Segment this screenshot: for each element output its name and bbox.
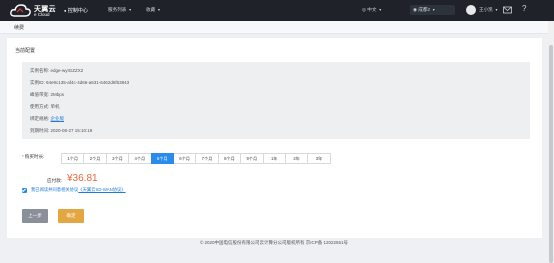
chevron-down-icon: ▼ — [157, 7, 161, 12]
brand-logo[interactable]: 天翼云 e Cloud — [10, 2, 62, 19]
console-title[interactable]: ● 控制中心 — [64, 7, 88, 14]
duration-label-text: 购买时长: — [24, 154, 45, 159]
scrollbar-thumb[interactable] — [549, 45, 553, 263]
info-row-expiry: 到期时间: 2020-08-27 15:10:19 — [30, 128, 93, 133]
agreement-checkbox[interactable] — [22, 187, 27, 193]
chevron-down-icon: ▼ — [494, 7, 499, 12]
duration-option[interactable]: 1个月 — [61, 153, 85, 164]
cloud-logo-icon — [10, 4, 31, 17]
duration-label: *购买时长: — [22, 154, 44, 160]
location-icon: ◉ — [413, 7, 418, 12]
info-row-usage-mode: 使用方式: 单机 — [30, 104, 60, 109]
duration-options: 1个月 2个月 3个月 4个月 5个月 6个月 7个月 8个月 9个月 1年 2年 3年 — [61, 153, 331, 164]
duration-option[interactable]: 5个月 — [150, 153, 174, 164]
duration-option[interactable]: 8个月 — [217, 153, 242, 164]
duration-option[interactable]: 7个月 — [195, 153, 219, 164]
chevron-down-icon: ▼ — [432, 7, 436, 12]
nav-favorites-label: 收藏 — [146, 7, 156, 12]
console-label: 控制中心 — [67, 8, 88, 14]
required-mark: * — [22, 154, 24, 159]
dot-icon: ● — [64, 8, 67, 13]
config-info-box: 实例名称: edge-wyIGZZX2 实例ID: 94e9c135-af4c-… — [22, 62, 530, 139]
info-value: edge-wyIGZZX2 — [50, 68, 84, 73]
duration-option[interactable]: 1年 — [262, 153, 286, 164]
duration-option[interactable]: 3年 — [307, 153, 331, 164]
top-navigation-bar: 天翼云 e Cloud ● 控制中心 服务列表 ▼ 收藏 ▼ ◎ 中文 ▼ ◉ 成都2… — [0, 0, 554, 21]
duration-option[interactable]: 2个月 — [83, 153, 107, 164]
region-selector[interactable]: ◉ 成都2 ▼ — [410, 5, 455, 15]
section-title: 当前配置 — [15, 48, 36, 54]
chevron-down-icon: ▼ — [378, 7, 382, 12]
user-name: 王小凯 — [479, 7, 493, 12]
page-title: 续费 — [14, 25, 25, 31]
price-value: ¥36.81 — [67, 173, 98, 184]
avatar[interactable] — [466, 5, 476, 15]
duration-option[interactable]: 4个月 — [128, 153, 152, 164]
info-value: 2Mbps — [50, 92, 65, 97]
chevron-down-icon: ▼ — [128, 7, 132, 12]
agreement-link[interactable]: 《天翼云SD-WAN协议》 — [78, 187, 125, 193]
prev-button[interactable]: 上一步 — [22, 209, 48, 223]
info-value: 单机 — [50, 104, 60, 109]
info-label: 使用方式 — [30, 104, 48, 109]
info-row-bandwidth: 峰值带宽: 2Mbps — [30, 92, 65, 97]
info-value: 2020-08-27 15:10:19 — [50, 128, 93, 133]
renew-panel: 当前配置 实例名称: edge-wyIGZZX2 实例ID: 94e9c135-… — [7, 38, 542, 238]
brand-name-en: e Cloud — [34, 12, 50, 17]
region-label: 成都2 — [418, 7, 431, 12]
agreement-text: 我已阅读并同意相关协议 — [31, 187, 79, 192]
page-header: 续费 — [0, 21, 548, 34]
spec-link[interactable]: 企业版 — [51, 116, 65, 121]
nav-favorites[interactable]: 收藏 ▼ — [146, 7, 161, 13]
mail-icon[interactable] — [503, 6, 512, 14]
info-label: 实例ID — [30, 80, 44, 85]
help-icon[interactable]: ? — [522, 4, 526, 13]
duration-option[interactable]: 2年 — [284, 153, 309, 164]
info-label: 到期时间 — [30, 128, 48, 133]
duration-option[interactable]: 9个月 — [240, 153, 264, 164]
duration-option[interactable]: 6个月 — [172, 153, 197, 164]
globe-icon: ◎ — [362, 7, 367, 12]
info-label: 实例名称 — [30, 68, 48, 73]
nav-service-list-label: 服务列表 — [108, 7, 127, 12]
info-row-instance-name: 实例名称: edge-wyIGZZX2 — [30, 68, 84, 73]
info-row-instance-id: 实例ID: 94e9c135-af4c-4d66-a631-6462d6f638… — [30, 80, 130, 85]
user-menu[interactable]: 王小凯 ▼ — [479, 7, 498, 13]
language-selector[interactable]: ◎ 中文 ▼ — [362, 7, 382, 13]
language-label: 中文 — [367, 7, 377, 12]
confirm-button[interactable]: 确定 — [58, 209, 84, 223]
info-value: 94e9c135-af4c-4d66-a631-6462d6f63843 — [46, 80, 130, 85]
info-label: 绑定规格 — [30, 116, 48, 121]
info-row-spec: 绑定规格: 企业版 — [30, 116, 65, 121]
info-label: 峰值带宽 — [30, 92, 48, 97]
footer-copyright: © 2020中国电信股份有限公司云计算分公司版权所有 京ICP备 1202255… — [199, 240, 349, 245]
duration-option[interactable]: 3个月 — [105, 153, 130, 164]
vertical-scrollbar[interactable] — [548, 21, 554, 263]
nav-service-list[interactable]: 服务列表 ▼ — [108, 7, 132, 13]
price-label: 应付款: — [47, 178, 63, 183]
agreement-row: 我已阅读并同意相关协议 《天翼云SD-WAN协议》 — [22, 187, 126, 193]
